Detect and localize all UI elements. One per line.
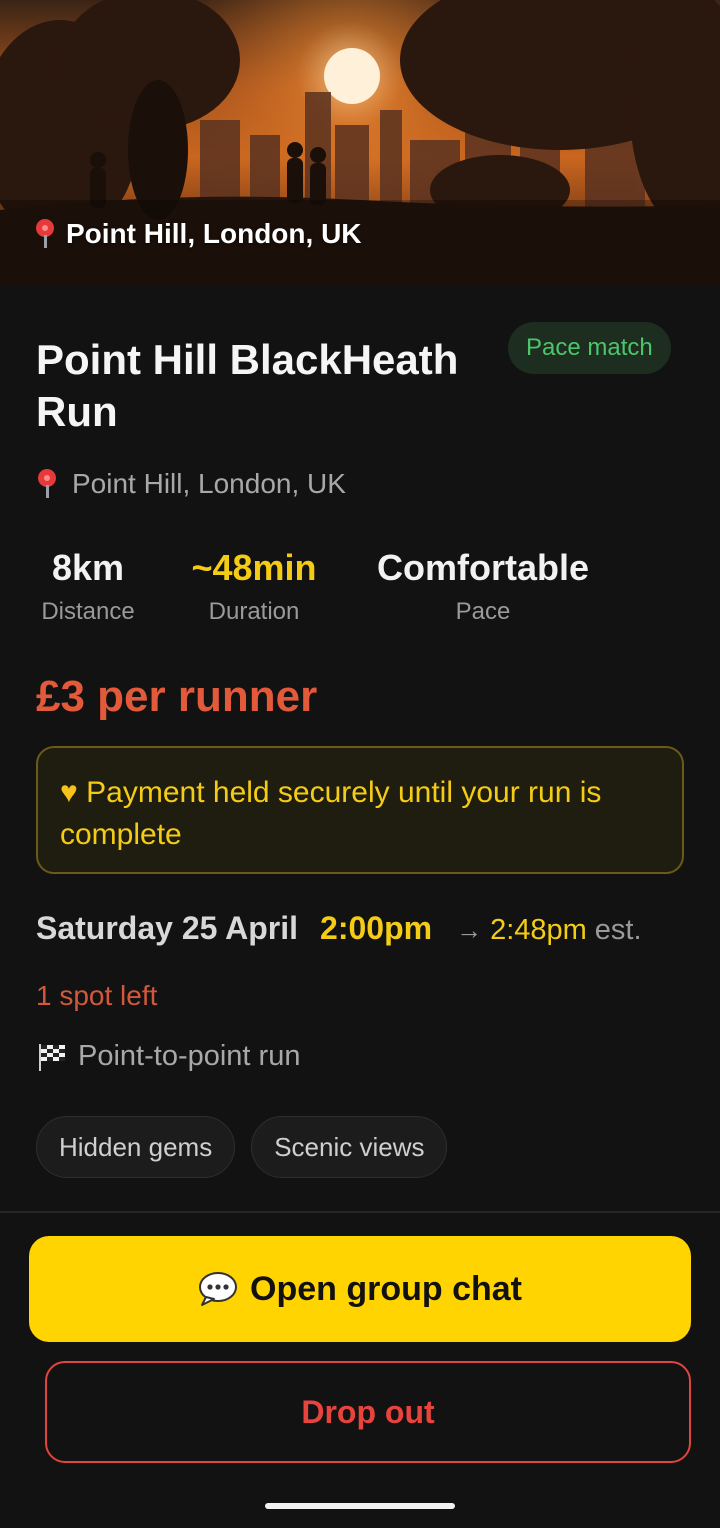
estimate-label: est.	[594, 914, 642, 946]
open-group-chat-label: Open group chat	[250, 1269, 522, 1308]
stat-value: ~48min	[191, 547, 317, 588]
divider	[0, 1211, 720, 1213]
stat-distance: 8km Distance	[36, 548, 140, 626]
stat-label: Pace	[455, 598, 511, 625]
arrow-right-icon: →	[456, 915, 483, 945]
run-date: Saturday 25 April	[36, 910, 299, 946]
stat-pace: Comfortable Pace	[364, 548, 602, 626]
stat-label: Duration	[208, 598, 300, 625]
hero-location-text: Point Hill, London, UK	[66, 218, 362, 249]
speech-bubble-icon	[199, 1272, 237, 1306]
start-time: 2:00pm	[320, 910, 433, 946]
map-pin-icon	[34, 219, 56, 249]
tag-list: Hidden gems Scenic views	[36, 1116, 448, 1178]
pace-match-badge: Pace match	[508, 322, 671, 374]
route-type-text: Point-to-point run	[78, 1040, 301, 1072]
price: £3 per runner	[36, 672, 318, 721]
stat-label: Distance	[41, 598, 135, 625]
open-group-chat-button[interactable]: Open group chat	[29, 1236, 691, 1342]
checkered-flag-icon	[39, 1043, 65, 1071]
end-time: 2:48pm	[490, 914, 587, 946]
schedule-row: Saturday 25 April 2:00pm → 2:48pm est.	[36, 910, 696, 947]
payment-notice: ♥ Payment held securely until your run i…	[36, 746, 684, 874]
spots-left: 1 spot left	[36, 980, 158, 1011]
stat-value: Comfortable	[376, 547, 589, 588]
run-title: Point Hill BlackHeath Run	[36, 336, 459, 435]
tag-scenic-views[interactable]: Scenic views	[251, 1116, 448, 1178]
hero-image: Point Hill, London, UK	[0, 0, 720, 286]
tag-hidden-gems[interactable]: Hidden gems	[36, 1116, 236, 1178]
route-type: Point-to-point run	[36, 1040, 300, 1073]
home-indicator[interactable]	[265, 1503, 455, 1509]
map-pin-icon	[36, 469, 58, 499]
stat-value: 8km	[51, 547, 125, 588]
yellow-heart-icon: ♥	[60, 776, 78, 809]
drop-out-button[interactable]: Drop out	[45, 1361, 691, 1463]
payment-notice-text: Payment held securely until your run is …	[60, 776, 602, 851]
stat-duration: ~48min Duration	[180, 548, 328, 626]
run-location-text: Point Hill, London, UK	[72, 468, 346, 499]
hero-location: Point Hill, London, UK	[34, 218, 362, 250]
run-location: Point Hill, London, UK	[36, 468, 346, 500]
